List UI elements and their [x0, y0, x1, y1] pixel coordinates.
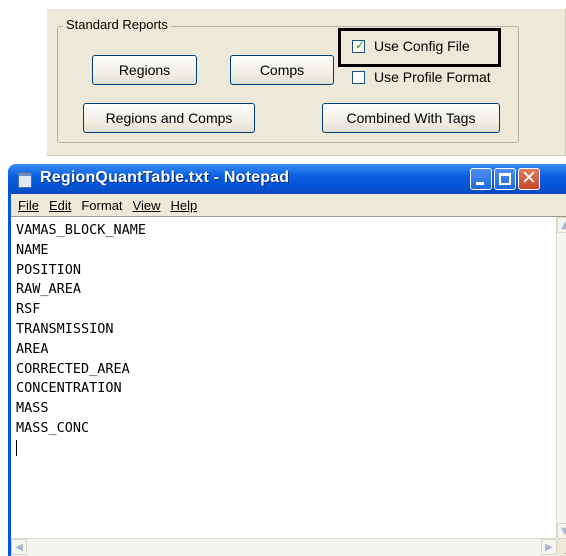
- text-line: VAMAS_BLOCK_NAME: [16, 222, 147, 238]
- scroll-up-icon[interactable]: ▲: [557, 217, 566, 233]
- maximize-icon: [499, 173, 511, 185]
- horizontal-scrollbar[interactable]: ◀ ▶: [11, 538, 557, 556]
- text-editor-area[interactable]: VAMAS_BLOCK_NAME NAME POSITION RAW_AREA …: [11, 216, 566, 556]
- comps-button[interactable]: Comps: [230, 55, 334, 85]
- text-line: CONCENTRATION: [16, 380, 122, 397]
- text-line: TRANSMISSION: [16, 320, 114, 337]
- text-line: NAME: [16, 241, 49, 258]
- notepad-app-icon[interactable]: [18, 172, 32, 188]
- standard-reports-title: Standard Reports: [63, 17, 171, 32]
- text-content[interactable]: VAMAS_BLOCK_NAME NAME POSITION RAW_AREA …: [16, 221, 146, 459]
- text-line: CORRECTED_AREA: [16, 360, 130, 377]
- menu-help[interactable]: Help: [170, 198, 197, 213]
- notepad-window: RegionQuantTable.txt - Notepad ✕ File Ed…: [8, 164, 566, 556]
- close-icon: ✕: [521, 167, 537, 189]
- vertical-scrollbar[interactable]: ▲ ▼: [556, 217, 566, 539]
- window-title: RegionQuantTable.txt - Notepad: [40, 169, 290, 186]
- menu-edit[interactable]: Edit: [49, 198, 71, 213]
- regions-button[interactable]: Regions: [92, 55, 197, 85]
- menu-view[interactable]: View: [133, 198, 161, 213]
- text-line: MASS: [16, 400, 49, 417]
- menu-format[interactable]: Format: [81, 198, 122, 213]
- standard-reports-panel: Standard Reports Regions Comps Regions a…: [46, 8, 566, 156]
- minimize-icon: [476, 182, 484, 185]
- menu-file[interactable]: File: [18, 198, 39, 213]
- resize-grip-icon[interactable]: ⋰: [557, 539, 566, 556]
- use-profile-format-checkbox[interactable]: [352, 70, 365, 84]
- maximize-button[interactable]: [494, 168, 516, 190]
- close-button[interactable]: ✕: [518, 167, 540, 190]
- scroll-down-icon[interactable]: ▼: [557, 523, 566, 539]
- text-line: AREA: [16, 340, 49, 357]
- text-caret: [16, 439, 17, 456]
- menu-bar: File Edit Format View Help: [11, 194, 566, 216]
- text-line: POSITION: [16, 261, 82, 278]
- use-profile-format-option[interactable]: Use Profile Format: [352, 69, 491, 85]
- combined-with-tags-button[interactable]: Combined With Tags: [322, 103, 500, 133]
- text-line: RAW_AREA: [16, 281, 82, 298]
- caret-line: [16, 439, 146, 459]
- text-line: MASS_CONC: [16, 419, 90, 436]
- use-config-file-highlight: [338, 28, 501, 67]
- use-profile-format-label: Use Profile Format: [374, 69, 491, 85]
- text-line: RSF: [16, 301, 41, 318]
- title-bar[interactable]: RegionQuantTable.txt - Notepad ✕: [8, 164, 566, 194]
- regions-and-comps-button[interactable]: Regions and Comps: [83, 103, 255, 133]
- minimize-button[interactable]: [470, 168, 492, 190]
